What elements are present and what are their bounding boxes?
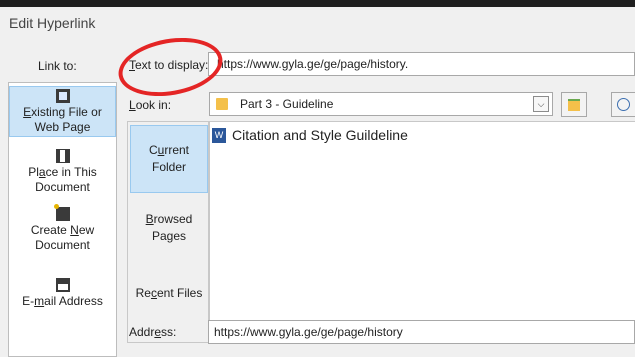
link-to-email-address[interactable]: E-mail Address [9,278,116,309]
link-to-existing-file[interactable]: Existing File or Web Page [9,86,116,137]
place-current-folder-line1: Current [148,143,190,157]
dialog-title: Edit Hyperlink [9,15,96,31]
email-address-icon [55,278,70,292]
link-to-existing-file-line2: Web Page [34,120,91,134]
list-item[interactable]: W Citation and Style Guildeline [212,126,408,144]
place-recent-line1: Recent Files [135,286,203,300]
link-to-place-line2: Document [35,180,90,194]
places-bar: Current Folder Browsed Pages Recent File… [127,121,209,343]
place-browsed-pages[interactable]: Browsed Pages [130,211,208,245]
link-to-label: Link to: [38,59,77,73]
file-name: Citation and Style Guildeline [232,127,408,143]
file-list: W Citation and Style Guildeline [209,121,635,343]
link-to-place-line1: Place in This [28,165,97,179]
background-window-strip [0,0,635,7]
look-in-select[interactable]: Part 3 - Guideline ⌵ [209,92,553,116]
up-one-folder-button[interactable] [561,92,587,117]
link-to-create-line2: Document [35,238,90,252]
create-new-document-icon [53,204,70,221]
place-current-folder-line2: Folder [151,160,186,174]
link-to-email-line1: E-mail Address [22,294,103,308]
address-label: Address: [129,325,177,339]
link-to-existing-file-line1: Existing File or [23,105,102,119]
look-in-label: Look in: [129,98,172,112]
link-to-place-in-document[interactable]: Place in This Document [9,149,116,195]
address-input[interactable]: https://www.gyla.ge/ge/page/history [208,320,635,344]
place-current-folder[interactable]: Current Folder [130,125,208,193]
link-to-create-new-document[interactable]: Create New Document [9,204,116,253]
existing-file-icon [55,89,70,103]
edit-hyperlink-dialog: Edit Hyperlink Link to: Existing File or… [0,7,635,357]
folder-icon [216,98,228,110]
text-to-display-label: Text to display: [129,58,209,72]
place-browsed-line2: Pages [151,229,187,243]
text-to-display-input[interactable]: https://www.gyla.ge/ge/page/history. [208,52,635,76]
browse-web-button[interactable] [611,92,635,117]
link-to-create-line1: Create New [30,223,95,237]
place-browsed-line1: Browsed [145,212,193,226]
chevron-down-icon[interactable]: ⌵ [533,96,549,112]
word-document-icon: W [212,127,226,143]
place-in-document-icon [55,149,70,163]
link-to-bar: Existing File or Web Page Place in This … [8,82,117,357]
look-in-value: Part 3 - Guideline [240,97,334,111]
place-recent-files[interactable]: Recent Files [130,285,208,302]
